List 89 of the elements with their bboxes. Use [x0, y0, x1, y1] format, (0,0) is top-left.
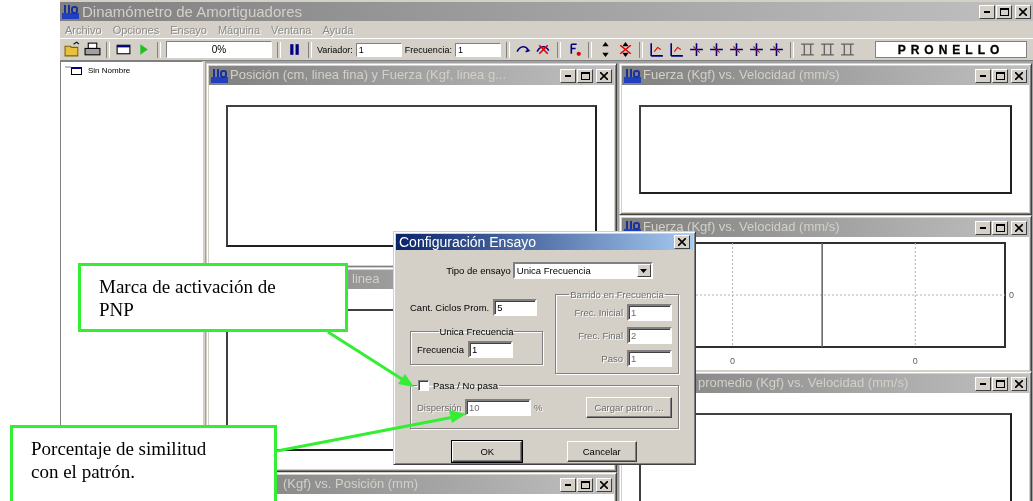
minimize-icon	[980, 382, 986, 385]
unit-label: %	[533, 402, 543, 413]
dialog-button[interactable]: OK	[452, 441, 523, 462]
callout-text: Porcentaje de similitud con el patrón.	[31, 438, 207, 482]
field-label: Cant. Ciclos Prom.	[410, 302, 490, 313]
maximize-button[interactable]	[577, 68, 593, 83]
input-field[interactable]: 1	[355, 42, 402, 57]
tree-item[interactable]: Sin Nombre	[88, 65, 131, 75]
maximize-button[interactable]	[992, 220, 1008, 235]
field-label: Tipo de ensayo	[446, 265, 511, 276]
close-icon	[1019, 7, 1027, 16]
maximize-icon	[999, 7, 1009, 16]
maximize-icon	[995, 71, 1005, 80]
frame-icon[interactable]	[798, 41, 816, 58]
window-icon	[65, 65, 85, 75]
input-field[interactable]: 5	[493, 299, 538, 316]
app-logo-icon	[62, 4, 79, 19]
minimize-button[interactable]	[975, 376, 991, 391]
frame-icon[interactable]	[838, 41, 856, 58]
close-button[interactable]	[1011, 68, 1027, 83]
brand-logo: PRONELLO	[875, 41, 1027, 58]
close-icon	[678, 238, 686, 246]
maximize-button[interactable]	[996, 4, 1012, 19]
axis-tick-label: 0	[1009, 290, 1014, 300]
test-type-dropdown[interactable]: Unica Frecuencia	[512, 262, 653, 279]
input-field[interactable]: 1	[468, 341, 513, 358]
app-logo-icon	[624, 68, 641, 83]
group-title: Barrido en Frecuencia	[569, 289, 665, 300]
field-label: Variador:	[317, 44, 353, 55]
axis-cross-icon[interactable]	[767, 41, 785, 58]
field-label: Dispersión	[417, 402, 462, 413]
field-label: Frecuencia:	[404, 44, 452, 55]
close-button[interactable]	[1011, 376, 1027, 391]
minimize-icon	[980, 74, 986, 77]
axis-tick-label: 0	[729, 356, 735, 366]
callout-text: Marca de activación de PNP	[99, 276, 276, 320]
dialog-button[interactable]: Cancelar	[566, 441, 637, 462]
close-button[interactable]	[596, 477, 612, 492]
axis-tick-label: 0	[912, 356, 918, 366]
input-field[interactable]: 1	[454, 42, 501, 57]
minimize-button[interactable]	[975, 68, 991, 83]
maximize-button[interactable]	[577, 477, 593, 492]
minimize-button[interactable]	[560, 477, 576, 492]
child-window-title: Fuerza (Kgf) vs. Velocidad (mm/s)	[643, 68, 840, 81]
checkbox-label: Pasa / No pasa	[433, 380, 498, 391]
maximize-icon	[995, 379, 1005, 388]
minimize-icon	[565, 483, 571, 486]
checkbox[interactable]	[418, 380, 429, 391]
close-button[interactable]	[674, 235, 690, 249]
close-button[interactable]	[596, 68, 612, 83]
field-label: Frec. Inicial	[574, 307, 623, 318]
minimize-icon	[984, 10, 990, 13]
minimize-button[interactable]	[560, 68, 576, 83]
axis-scale-icon[interactable]	[647, 41, 665, 58]
app-logo-icon	[211, 68, 228, 83]
close-icon	[1015, 379, 1023, 388]
close-icon	[600, 71, 608, 80]
dialog-title: Configuración Ensayo	[399, 234, 537, 250]
close-icon	[1015, 223, 1023, 232]
minimize-button[interactable]	[979, 4, 995, 19]
field-label: Paso	[601, 353, 623, 364]
maximize-icon	[580, 480, 590, 489]
axis-cross-icon[interactable]	[747, 41, 765, 58]
close-icon	[600, 480, 608, 489]
maximize-button[interactable]	[992, 68, 1008, 83]
minimize-icon	[980, 226, 986, 229]
axis-cross-icon[interactable]	[707, 41, 725, 58]
group-title: Unica Frecuencia	[438, 326, 515, 337]
printer-icon[interactable]	[84, 41, 101, 58]
progress-text: 0%	[211, 44, 227, 55]
close-button[interactable]	[1015, 4, 1031, 19]
close-icon	[1015, 71, 1023, 80]
open-folder-icon[interactable]	[64, 41, 81, 58]
frame-icon[interactable]	[818, 41, 836, 58]
minimize-icon	[565, 74, 571, 77]
maximize-button[interactable]	[992, 376, 1008, 391]
maximize-icon	[580, 71, 590, 80]
axis-scale-icon[interactable]	[667, 41, 685, 58]
dropdown-arrow-icon	[640, 268, 648, 273]
field-label: Frecuencia	[417, 344, 464, 355]
close-button[interactable]	[1011, 220, 1027, 235]
child-window-title: linea	[352, 272, 380, 285]
minimize-button[interactable]	[975, 220, 991, 235]
window-title: Dinamómetro de Amortiguadores	[82, 3, 304, 20]
maximize-icon	[995, 223, 1005, 232]
axis-cross-icon[interactable]	[727, 41, 745, 58]
child-window-title: Fuerza (Kgf) vs. Velocidad (mm/s)	[643, 220, 840, 233]
axis-cross-icon[interactable]	[687, 41, 705, 58]
field-label: Frec. Final	[578, 330, 623, 341]
